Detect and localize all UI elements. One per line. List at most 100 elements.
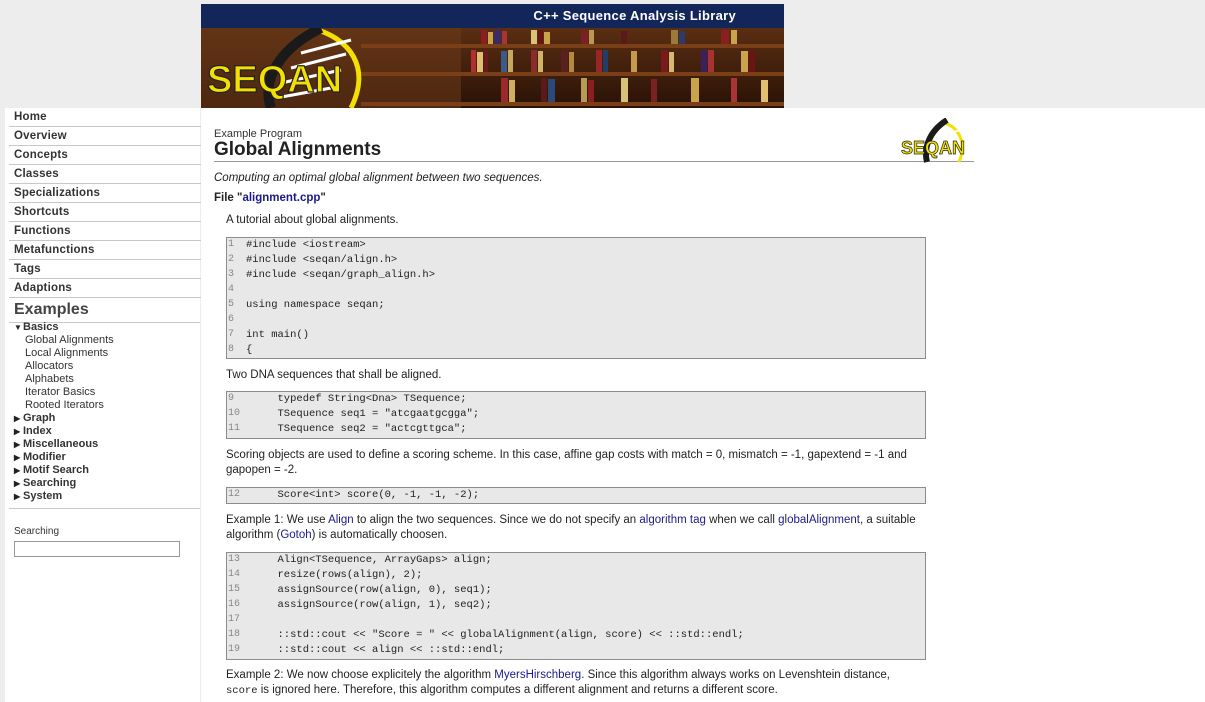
paragraph: Scoring objects are used to define a sco…	[226, 449, 907, 476]
line-number: 2	[228, 254, 235, 265]
line-number: 19	[228, 644, 241, 655]
nav-overview[interactable]: Overview	[9, 127, 204, 146]
line-number: 3	[228, 269, 235, 280]
line-number: 4	[228, 284, 235, 295]
code-line: 11 TSequence seq2 = "actcgttgca";	[227, 422, 925, 437]
svg-text:SEQAN: SEQAN	[901, 138, 965, 158]
tree-item-local-alignments[interactable]: Local Alignments	[25, 347, 108, 359]
tree-graph[interactable]: ▶ Graph	[14, 412, 55, 424]
triangle-right-icon: ▶	[14, 440, 21, 449]
tree-item-global-alignments[interactable]: Global Alignments	[25, 334, 114, 346]
code-text: Align<TSequence, ArrayGaps> align;	[246, 554, 492, 566]
tree-item-alphabets[interactable]: Alphabets	[25, 373, 74, 385]
code-text: assignSource(row(align, 0), seq1);	[246, 584, 492, 596]
line-number: 16	[228, 599, 241, 610]
search-input[interactable]	[14, 541, 180, 557]
code-text: #include <iostream>	[246, 239, 366, 251]
triangle-right-icon: ▶	[14, 479, 21, 488]
tree-item-allocators[interactable]: Allocators	[25, 360, 73, 372]
code-line: 4	[227, 283, 925, 298]
code-text: ::std::cout << align << ::std::endl;	[246, 644, 505, 656]
nav-home[interactable]: Home	[9, 108, 204, 127]
tree-system[interactable]: ▶ System	[14, 490, 62, 502]
nav-functions[interactable]: Functions	[9, 222, 204, 241]
banner-logo: SEQAN	[207, 59, 342, 101]
code-line: 9 typedef String<Dna> TSequence;	[227, 392, 925, 407]
triangle-right-icon: ▶	[14, 466, 21, 475]
triangle-right-icon: ▶	[14, 414, 21, 423]
title-divider	[214, 161, 974, 162]
code-line: 10 TSequence seq1 = "atcgaatgcgga";	[227, 407, 925, 422]
tree-motif-search[interactable]: ▶ Motif Search	[14, 464, 89, 476]
code-block: 12 Score<int> score(0, -1, -1, -2);	[226, 487, 926, 504]
tree-basics[interactable]: ▼Basics	[14, 321, 58, 333]
code-text: #include <seqan/graph_align.h>	[246, 269, 436, 281]
tree-searching[interactable]: ▶ Searching	[14, 477, 76, 489]
global-alignment-link[interactable]: globalAlignment	[778, 514, 860, 526]
code-line: 17	[227, 613, 925, 628]
nav-specializations[interactable]: Specializations	[9, 184, 204, 203]
paragraph: Example 1: We use Align to align the two…	[226, 514, 916, 541]
code-block: 9 typedef String<Dna> TSequence; 10 TSequ…	[226, 391, 926, 439]
intro-text: A tutorial about global alignments.	[226, 214, 399, 226]
banner-title: C++ Sequence Analysis Library	[533, 8, 736, 23]
code-line: 2 #include <seqan/align.h>	[227, 253, 925, 268]
code-line: 3 #include <seqan/graph_align.h>	[227, 268, 925, 283]
line-number: 12	[228, 489, 241, 500]
code-line: 19 ::std::cout << align << ::std::endl;	[227, 643, 925, 658]
tree-modifier[interactable]: ▶ Modifier	[14, 451, 66, 463]
code-line: 5 using namespace seqan;	[227, 298, 925, 313]
line-number: 18	[228, 629, 241, 640]
line-number: 15	[228, 584, 241, 595]
code-line: 16 assignSource(row(align, 1), seq2);	[227, 598, 925, 613]
triangle-right-icon: ▶	[14, 492, 21, 501]
divider	[9, 508, 200, 509]
align-link[interactable]: Align	[328, 514, 354, 526]
code-line: 15 assignSource(row(align, 0), seq1);	[227, 583, 925, 598]
site-banner: C++ Sequence Analysis Library SEQAN	[201, 4, 784, 108]
code-line: 7 int main()	[227, 328, 925, 343]
code-line: 18 ::std::cout << "Score = " << globalAl…	[227, 628, 925, 643]
nav-shortcuts[interactable]: Shortcuts	[9, 203, 204, 222]
code-text: TSequence seq2 = "actcgttgca";	[246, 423, 467, 435]
file-link[interactable]: alignment.cpp	[242, 192, 320, 204]
gotoh-link[interactable]: Gotoh	[280, 529, 311, 541]
triangle-right-icon: ▶	[14, 453, 21, 462]
code-text: int main()	[246, 329, 310, 341]
triangle-down-icon: ▼	[14, 323, 22, 332]
line-number: 17	[228, 614, 241, 625]
code-block: 13 Align<TSequence, ArrayGaps> align; 14 …	[226, 552, 926, 660]
paragraph: Two DNA sequences that shall be aligned.	[226, 369, 442, 381]
nav-adaptions[interactable]: Adaptions	[9, 279, 204, 298]
code-line: 14 resize(rows(align), 2);	[227, 568, 925, 583]
line-number: 14	[228, 569, 241, 580]
nav-tags[interactable]: Tags	[9, 260, 204, 279]
code-text: #include <seqan/align.h>	[246, 254, 398, 266]
line-number: 10	[228, 408, 241, 419]
file-heading: File "alignment.cpp"	[214, 192, 326, 204]
tree-item-iterator-basics[interactable]: Iterator Basics	[25, 386, 95, 398]
code-text: TSequence seq1 = "atcgaatgcgga";	[246, 408, 480, 420]
myers-hirschberg-link[interactable]: MyersHirschberg	[494, 669, 581, 681]
algorithm-tag-link[interactable]: algorithm tag	[639, 514, 705, 526]
tree-index[interactable]: ▶ Index	[14, 425, 52, 437]
tree-item-rooted-iterators[interactable]: Rooted Iterators	[25, 399, 104, 411]
code-text: typedef String<Dna> TSequence;	[246, 393, 467, 405]
code-line: 6	[227, 313, 925, 328]
nav-concepts[interactable]: Concepts	[9, 146, 204, 165]
tree-miscellaneous[interactable]: ▶ Miscellaneous	[14, 438, 98, 450]
main-content: Example Program Global Alignments SEQAN …	[201, 108, 1205, 702]
banner-image: SEQAN	[201, 28, 784, 108]
examples-heading: Examples	[14, 301, 89, 318]
line-number: 9	[228, 393, 235, 404]
nav-classes[interactable]: Classes	[9, 165, 204, 184]
code-text: assignSource(row(align, 1), seq2);	[246, 599, 492, 611]
triangle-right-icon: ▶	[14, 427, 21, 436]
sidebar: Home Overview Concepts Classes Specializ…	[5, 108, 204, 702]
paragraph: Example 2: We now choose explicitely the…	[226, 669, 890, 697]
code-line: 13 Align<TSequence, ArrayGaps> align;	[227, 553, 925, 568]
seqan-logo-small: SEQAN	[901, 118, 965, 163]
code-text: ::std::cout << "Score = " << globalAlign…	[246, 629, 744, 641]
line-number: 13	[228, 554, 241, 565]
nav-metafunctions[interactable]: Metafunctions	[9, 241, 204, 260]
